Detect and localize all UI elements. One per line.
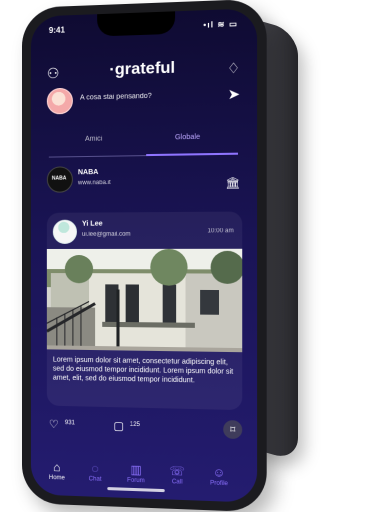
heart-icon[interactable]: ♡ <box>49 418 59 431</box>
top-bar: ⚇ ·grateful ♢ <box>47 59 240 85</box>
bookmark-icon[interactable]: ⌑ <box>223 420 243 440</box>
featured-name: NABA <box>77 168 99 177</box>
nav-chat[interactable]: ◌ Chat <box>79 461 111 483</box>
tab-globale[interactable]: Globale <box>175 134 200 142</box>
post-photo <box>46 248 243 353</box>
send-icon[interactable]: ➤ <box>228 85 240 102</box>
nav-forum-label: Forum <box>127 477 145 485</box>
post-card[interactable]: Yi Lee ui.lee@gmail.com 10:00 am Lorem i… <box>46 211 243 411</box>
nav-home[interactable]: ⌂ Home <box>41 459 73 482</box>
composer-prompt: A cosa stai pensando? <box>79 92 152 102</box>
nav-call-label: Call <box>171 479 183 486</box>
status-icons: •ıl ≋ ▭ <box>203 19 238 30</box>
building-photo <box>46 248 243 353</box>
bell-icon[interactable]: ♢ <box>227 60 240 77</box>
camera-notch <box>97 11 176 37</box>
nav-chat-label: Chat <box>88 476 102 483</box>
status-time: 9:41 <box>48 25 65 36</box>
forum-icon: ▥ <box>130 462 142 478</box>
app-screen: 9:41 •ıl ≋ ▭ ⚇ ·grateful ♢ A cosa stai p… <box>30 8 258 503</box>
app-logo: ·grateful <box>109 59 176 79</box>
featured-account[interactable]: NABA www.naba.it 🏛 <box>46 164 240 211</box>
post-time: 10:00 am <box>207 228 234 235</box>
home-icon: ⌂ <box>53 459 61 475</box>
featured-url[interactable]: www.naba.it <box>78 180 111 186</box>
naba-logo <box>46 166 73 193</box>
profile-icon: ☺ <box>212 465 226 480</box>
nav-profile[interactable]: ☺ Profile <box>202 465 236 488</box>
device-mockup: 9:41 •ıl ≋ ▭ ⚇ ·grateful ♢ A cosa stai p… <box>0 0 369 512</box>
nav-home-label: Home <box>48 474 65 482</box>
bottom-nav: ⌂ Home ◌ Chat ▥ Forum ☏ Call ☺ Profile <box>31 438 257 503</box>
nav-profile-label: Profile <box>210 480 228 488</box>
home-indicator <box>107 487 165 493</box>
composer[interactable]: A cosa stai pensando? ➤ <box>46 83 240 116</box>
chat-icon: ◌ <box>91 461 99 476</box>
users-icon[interactable]: ⚇ <box>47 65 60 81</box>
like-count: 931 <box>64 420 75 427</box>
comment-icon[interactable]: ▢ <box>113 419 124 432</box>
comment-count: 125 <box>129 421 141 429</box>
post-author: Yi Lee <box>81 220 103 228</box>
phone-icon: ☏ <box>169 463 185 479</box>
post-body: Lorem ipsum dolor sit amet, consectetur … <box>52 356 234 385</box>
avatar <box>52 219 77 244</box>
nav-call[interactable]: ☏ Call <box>161 464 194 486</box>
bank-icon[interactable]: 🏛 <box>225 176 240 190</box>
front-phone: 9:41 •ıl ≋ ▭ ⚇ ·grateful ♢ A cosa stai p… <box>22 0 267 512</box>
tab-amici[interactable]: Amici <box>85 136 102 143</box>
tabs: Amici Globale <box>48 133 238 165</box>
avatar <box>46 87 73 115</box>
active-tab-indicator <box>146 152 238 157</box>
post-email: ui.lee@gmail.com <box>81 231 131 238</box>
nav-forum[interactable]: ▥ Forum <box>120 462 153 485</box>
